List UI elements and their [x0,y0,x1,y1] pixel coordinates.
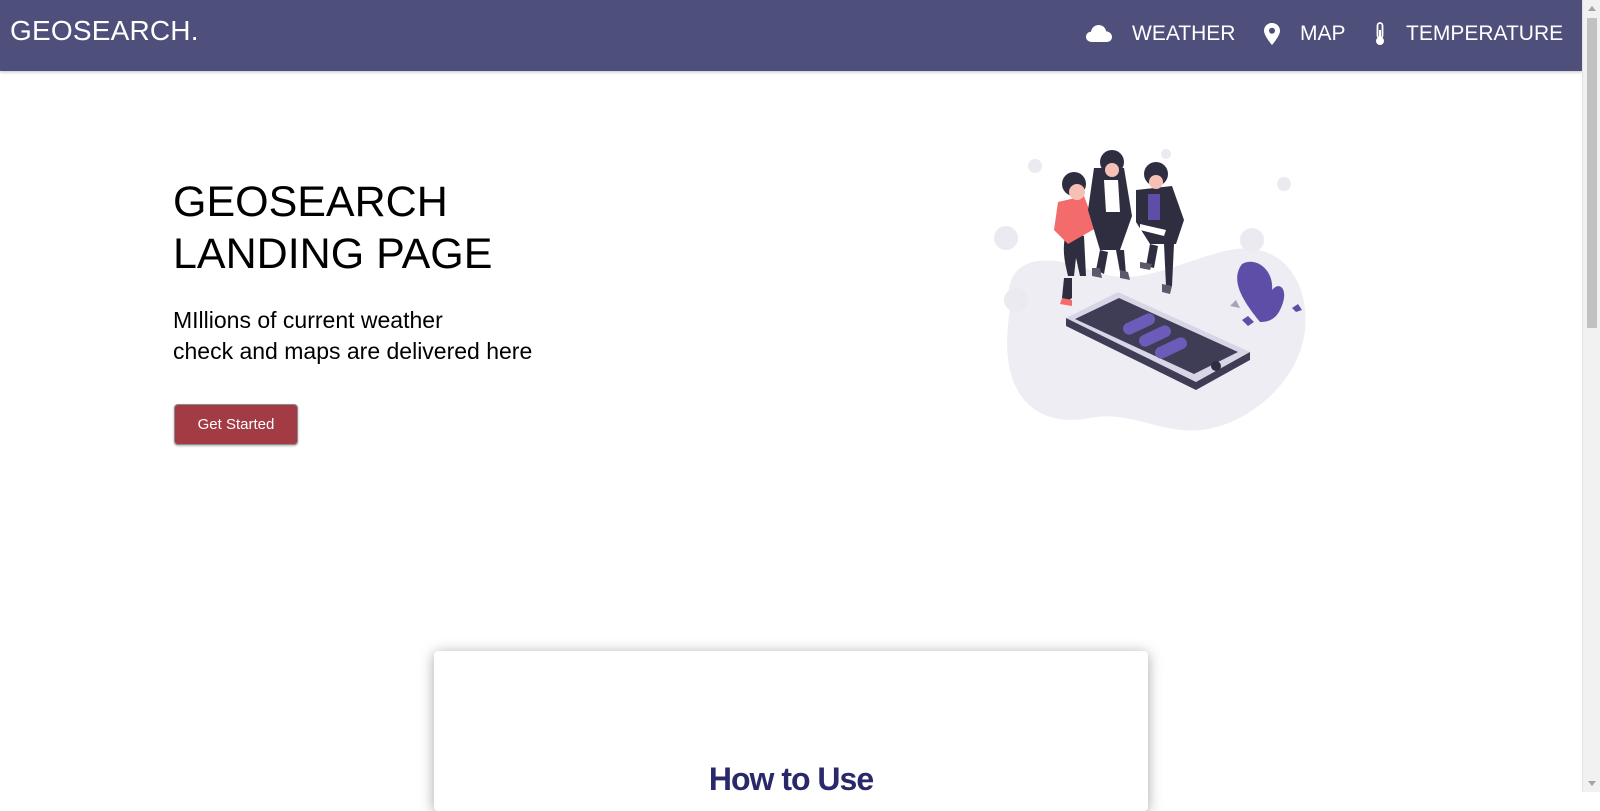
top-navbar: GEOSEARCH. WEATHER MAP TEMPERATURE [0,0,1582,71]
vertical-scrollbar[interactable] [1582,0,1600,792]
nav-label-weather: WEATHER [1132,22,1236,45]
hero-title-line-1: GEOSEARCH [173,178,448,226]
brand-logo[interactable]: GEOSEARCH. [10,15,199,47]
scrollbar-thumb[interactable] [1587,18,1597,328]
hero-illustration [980,140,1320,445]
how-to-use-title: How to Use [708,761,874,797]
nav-label-temperature: TEMPERATURE [1406,22,1564,45]
nav-item-map[interactable]: MAP [1264,18,1346,50]
map-pin-icon [1264,23,1280,45]
thermometer-icon [1374,22,1386,46]
nav-item-weather[interactable]: WEATHER [1086,18,1235,50]
hero-subtitle: MIllions of current weather check and ma… [173,305,532,367]
hero-subtitle-line-1: MIllions of current weather [173,307,443,333]
scroll-down-arrow-icon[interactable] [1588,781,1596,786]
scroll-up-arrow-icon[interactable] [1588,6,1596,11]
hero-title-line-2: LANDING PAGE [173,230,493,278]
get-started-button[interactable]: Get Started [174,404,298,445]
nav-item-temperature[interactable]: TEMPERATURE [1374,18,1563,50]
how-to-use-card: How to Use [434,651,1148,811]
nav-label-map: MAP [1300,22,1346,45]
hero-subtitle-line-2: check and maps are delivered here [173,338,533,364]
hero-title: GEOSEARCH LANDING PAGE [173,176,492,280]
cloud-icon [1086,24,1112,44]
